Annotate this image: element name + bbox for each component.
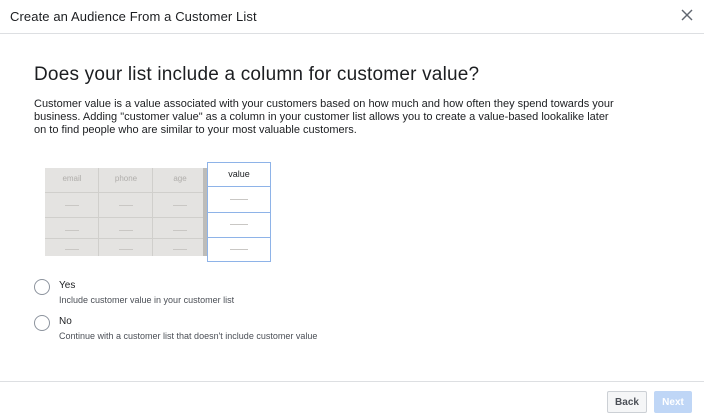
option-no-description: Continue with a customer list that doesn… bbox=[59, 331, 318, 341]
option-yes-description: Include customer value in your customer … bbox=[59, 295, 235, 305]
create-audience-dialog: Create an Audience From a Customer List … bbox=[0, 0, 704, 420]
cell-placeholder bbox=[65, 230, 79, 231]
row-divider bbox=[45, 238, 207, 239]
customer-list-illustration: email phone age value bbox=[45, 162, 275, 262]
back-button[interactable]: Back bbox=[607, 391, 647, 413]
radio-yes[interactable] bbox=[34, 279, 50, 295]
email-column-header: email bbox=[45, 168, 99, 193]
radio-no[interactable] bbox=[34, 315, 50, 331]
cell-placeholder bbox=[230, 224, 248, 225]
option-yes-label: Yes bbox=[59, 280, 76, 291]
age-column: age bbox=[153, 168, 207, 256]
cell-placeholder bbox=[173, 205, 187, 206]
row-divider bbox=[208, 237, 270, 238]
question-heading: Does your list include a column for cust… bbox=[34, 64, 480, 85]
dialog-footer: Back Next bbox=[0, 381, 704, 420]
cell-placeholder bbox=[173, 249, 187, 250]
cell-placeholder bbox=[119, 230, 133, 231]
customer-value-description: Customer value is a value associated wit… bbox=[34, 98, 614, 136]
next-button[interactable]: Next bbox=[654, 391, 692, 413]
sample-columns-table: email phone age bbox=[45, 168, 207, 256]
phone-column: phone bbox=[99, 168, 153, 256]
phone-column-header: phone bbox=[99, 168, 153, 193]
cell-placeholder bbox=[65, 249, 79, 250]
age-column-header: age bbox=[153, 168, 207, 193]
cell-placeholder bbox=[119, 205, 133, 206]
value-column: value bbox=[207, 162, 271, 262]
cell-placeholder bbox=[65, 205, 79, 206]
row-divider bbox=[45, 217, 207, 218]
option-no-label: No bbox=[59, 316, 72, 327]
cell-placeholder bbox=[230, 249, 248, 250]
email-column: email bbox=[45, 168, 99, 256]
value-column-header: value bbox=[208, 163, 270, 187]
cell-placeholder bbox=[119, 249, 133, 250]
dialog-header: Create an Audience From a Customer List bbox=[0, 0, 704, 34]
close-icon[interactable] bbox=[680, 8, 694, 22]
dialog-title: Create an Audience From a Customer List bbox=[10, 9, 257, 24]
cell-placeholder bbox=[230, 199, 248, 200]
cell-placeholder bbox=[173, 230, 187, 231]
row-divider bbox=[208, 212, 270, 213]
